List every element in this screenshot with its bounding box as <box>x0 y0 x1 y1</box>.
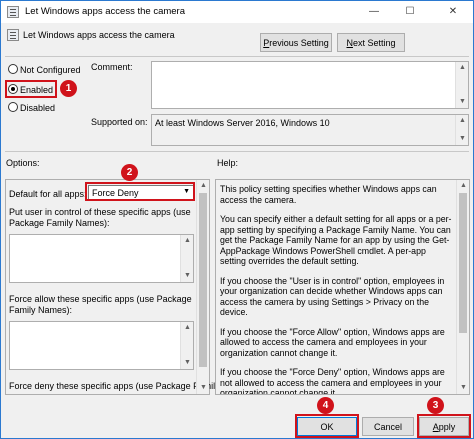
scroll-down-icon[interactable]: ▼ <box>457 382 469 394</box>
help-paragraph: If you choose the "Force Allow" option, … <box>220 326 445 358</box>
apply-label: pply <box>438 421 456 432</box>
scroll-up-icon[interactable]: ▲ <box>197 180 210 192</box>
marker-3: 3 <box>427 397 444 414</box>
scroll-up-icon[interactable]: ▲ <box>181 322 194 334</box>
header-divider <box>5 56 469 57</box>
scroll-down-icon[interactable]: ▼ <box>181 357 194 369</box>
user-control-label: Put user in control of these specific ap… <box>9 207 191 228</box>
help-text: This policy setting specifies whether Wi… <box>220 184 454 395</box>
marker-2: 2 <box>121 164 138 181</box>
chevron-down-icon: ▼ <box>183 188 190 195</box>
previous-setting-button[interactable]: Previous Setting <box>260 33 332 52</box>
options-heading: Options: <box>6 158 40 168</box>
radio-disabled[interactable] <box>8 102 18 112</box>
window-title: Let Windows apps access the camera <box>25 6 185 17</box>
comment-textarea[interactable]: ▲ ▼ <box>151 61 469 109</box>
label-enabled: Enabled <box>20 85 54 95</box>
help-scrollbar[interactable]: ▲ ▼ <box>456 180 469 394</box>
options-panel: Default for all apps: Force Deny ▼ Put u… <box>5 179 220 395</box>
help-paragraph: This policy setting specifies whether Wi… <box>220 184 437 205</box>
policy-icon <box>7 6 19 18</box>
ok-button[interactable]: OK <box>297 417 357 436</box>
comment-scrollbar[interactable]: ▲ ▼ <box>455 62 468 108</box>
default-apps-dropdown[interactable]: Force Deny ▼ <box>88 185 194 200</box>
label-disabled: Disabled <box>20 103 56 113</box>
supported-on-label: Supported on: <box>91 117 148 127</box>
radio-enabled[interactable] <box>8 84 18 94</box>
user-control-scrollbar[interactable]: ▲ ▼ <box>180 235 193 282</box>
scroll-down-icon[interactable]: ▼ <box>181 270 194 282</box>
next-label: ext Setting <box>352 37 396 48</box>
help-paragraph: You can specify either a default setting… <box>220 214 452 266</box>
help-scroll-thumb[interactable] <box>459 193 467 333</box>
supported-scrollbar[interactable]: ▲ ▼ <box>455 115 468 145</box>
previous-label: revious Setting <box>269 37 329 48</box>
help-paragraph: If you choose the "User is in control" o… <box>220 275 445 318</box>
title-bar: Let Windows apps access the camera — ☐ ✕ <box>1 1 473 23</box>
scroll-down-icon[interactable]: ▼ <box>456 96 469 108</box>
help-heading: Help: <box>217 158 239 168</box>
middle-divider <box>5 151 469 152</box>
comment-label: Comment: <box>91 62 133 72</box>
policy-title: Let Windows apps access the camera <box>23 30 175 40</box>
close-icon[interactable]: ✕ <box>433 1 473 23</box>
supported-on-box: At least Windows Server 2016, Windows 10… <box>151 114 469 146</box>
marker-1: 1 <box>60 80 77 97</box>
radio-not-configured[interactable] <box>8 64 18 74</box>
force-allow-label: Force allow these specific apps (use Pac… <box>9 294 192 315</box>
force-allow-scrollbar[interactable]: ▲ ▼ <box>180 322 193 369</box>
policy-setting-icon <box>7 29 19 41</box>
cancel-button[interactable]: Cancel <box>362 417 414 436</box>
default-apps-value: Force Deny <box>92 188 139 198</box>
force-deny-label: Force deny these specific apps (use Pack… <box>9 381 220 391</box>
marker-4: 4 <box>317 397 334 414</box>
force-allow-listbox[interactable]: ▲ ▼ <box>9 321 194 370</box>
scroll-up-icon[interactable]: ▲ <box>456 115 469 127</box>
scroll-up-icon[interactable]: ▲ <box>457 180 469 192</box>
user-control-listbox[interactable]: ▲ ▼ <box>9 234 194 283</box>
scroll-up-icon[interactable]: ▲ <box>181 235 194 247</box>
maximize-icon[interactable]: ☐ <box>395 1 425 23</box>
scroll-up-icon[interactable]: ▲ <box>456 62 469 74</box>
next-setting-button[interactable]: Next Setting <box>337 33 405 52</box>
default-apps-label: Default for all apps: <box>9 189 87 199</box>
label-not-configured: Not Configured <box>20 65 81 75</box>
scroll-down-icon[interactable]: ▼ <box>456 133 469 145</box>
apply-button[interactable]: Apply <box>419 417 469 436</box>
help-panel: This policy setting specifies whether Wi… <box>215 179 470 395</box>
group-policy-dialog: Let Windows apps access the camera — ☐ ✕… <box>0 0 474 439</box>
options-scroll-thumb[interactable] <box>199 193 207 367</box>
supported-on-value: At least Windows Server 2016, Windows 10 <box>155 118 330 128</box>
scroll-down-icon[interactable]: ▼ <box>197 382 210 394</box>
minimize-icon[interactable]: — <box>359 1 389 23</box>
options-scrollbar[interactable]: ▲ ▼ <box>196 180 209 394</box>
help-paragraph: If you choose the "Force Deny" option, W… <box>220 367 445 395</box>
